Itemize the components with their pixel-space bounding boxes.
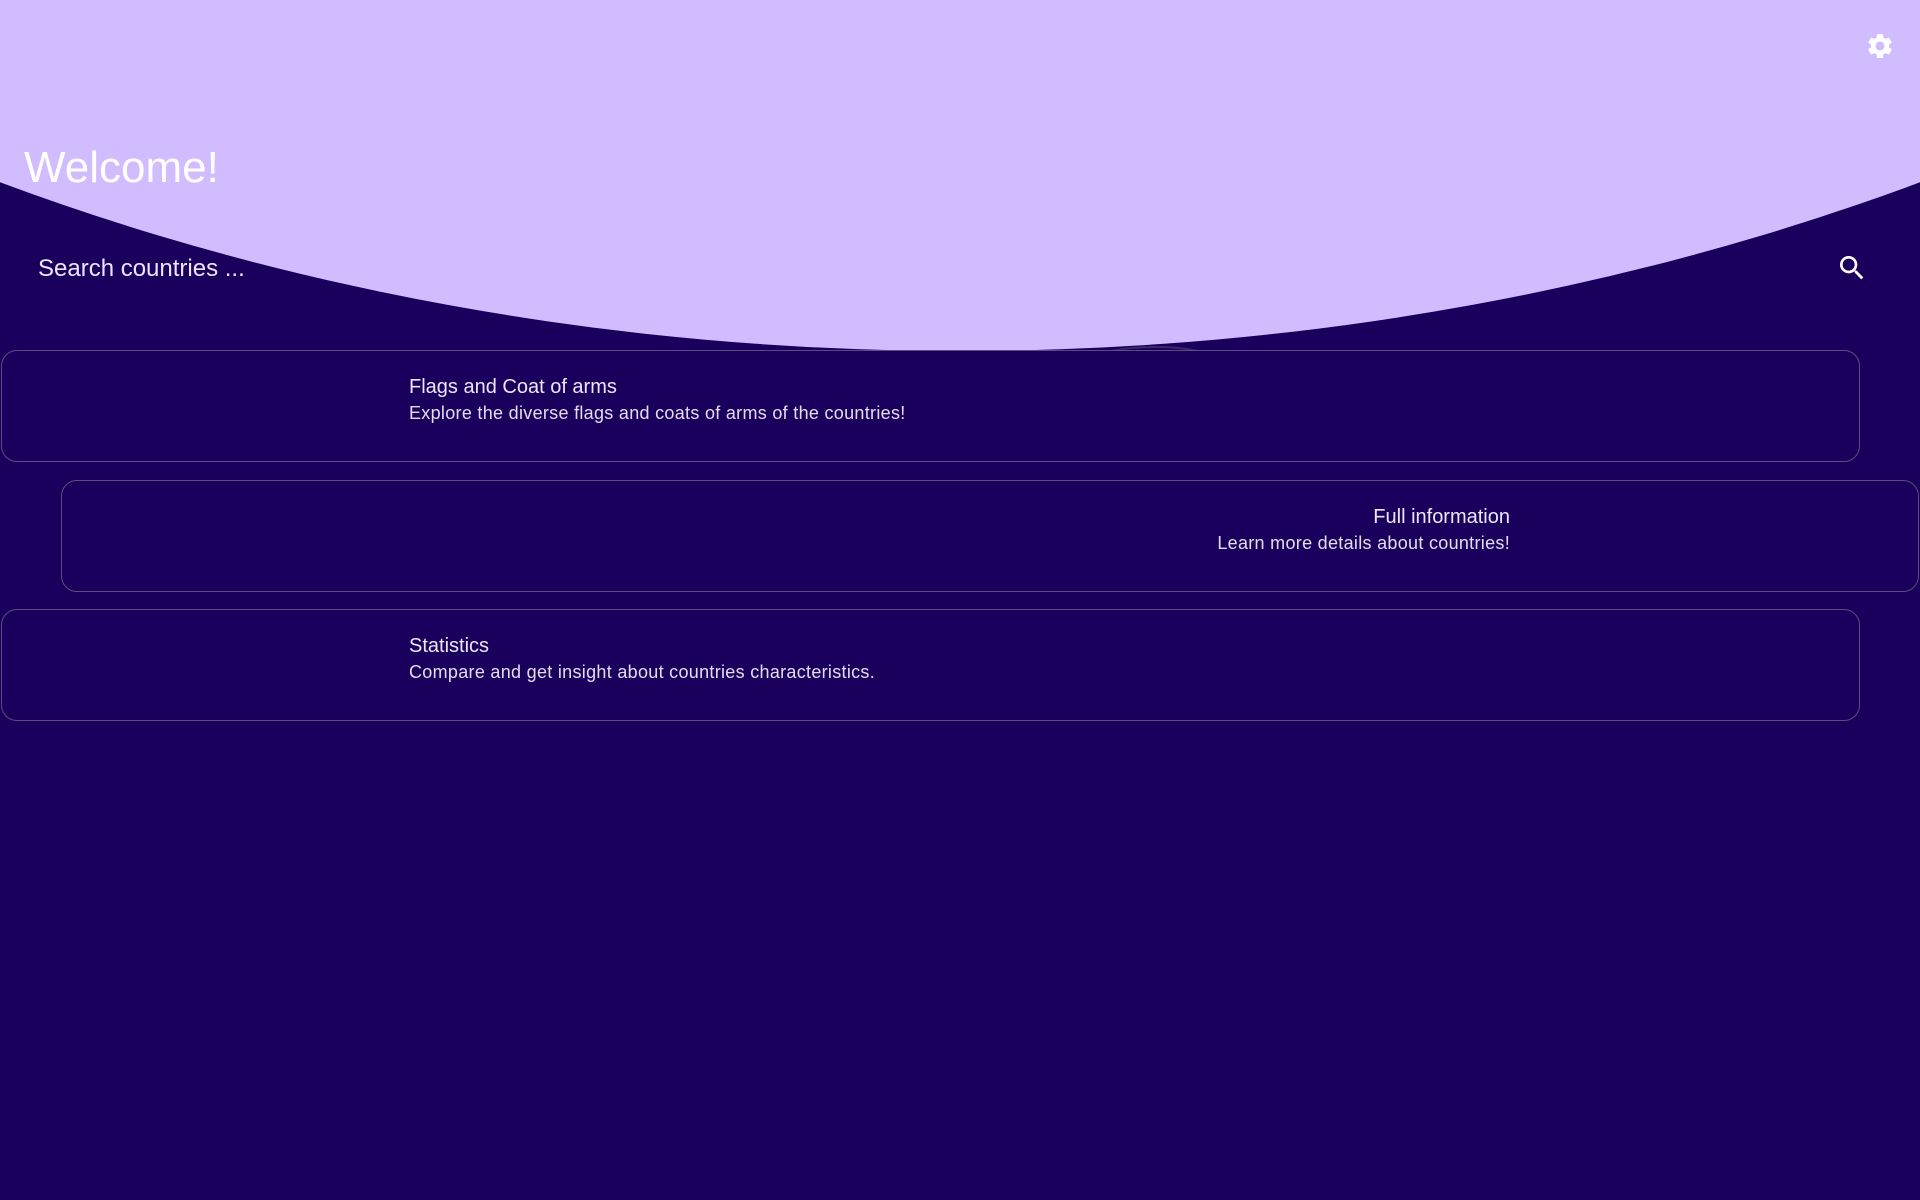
menu-card-full-information[interactable]: Full information Learn more details abou… [61, 480, 1919, 592]
card-title: Statistics [409, 635, 490, 657]
card-description: Explore the diverse flags and coats of a… [409, 403, 906, 423]
card-description: Compare and get insight about countries … [409, 662, 876, 682]
card-description: Learn more details about countries! [1217, 533, 1510, 553]
card-title: Flags and Coat of arms [409, 376, 617, 398]
search-button[interactable] [1830, 248, 1874, 292]
menu-card-flags[interactable]: Flags and Coat of arms Explore the diver… [1, 350, 1860, 462]
page-title: Welcome! [24, 143, 219, 192]
settings-button[interactable] [1860, 28, 1900, 68]
header-background [0, 0, 1920, 351]
home-screen: Welcome! Flags and Coat of arms Explore … [0, 0, 1920, 1200]
search-icon [1836, 252, 1868, 289]
gear-icon [1865, 31, 1895, 66]
search-input[interactable] [24, 246, 1804, 292]
menu-card-statistics[interactable]: Statistics Compare and get insight about… [1, 609, 1860, 721]
card-title: Full information [1373, 506, 1510, 528]
